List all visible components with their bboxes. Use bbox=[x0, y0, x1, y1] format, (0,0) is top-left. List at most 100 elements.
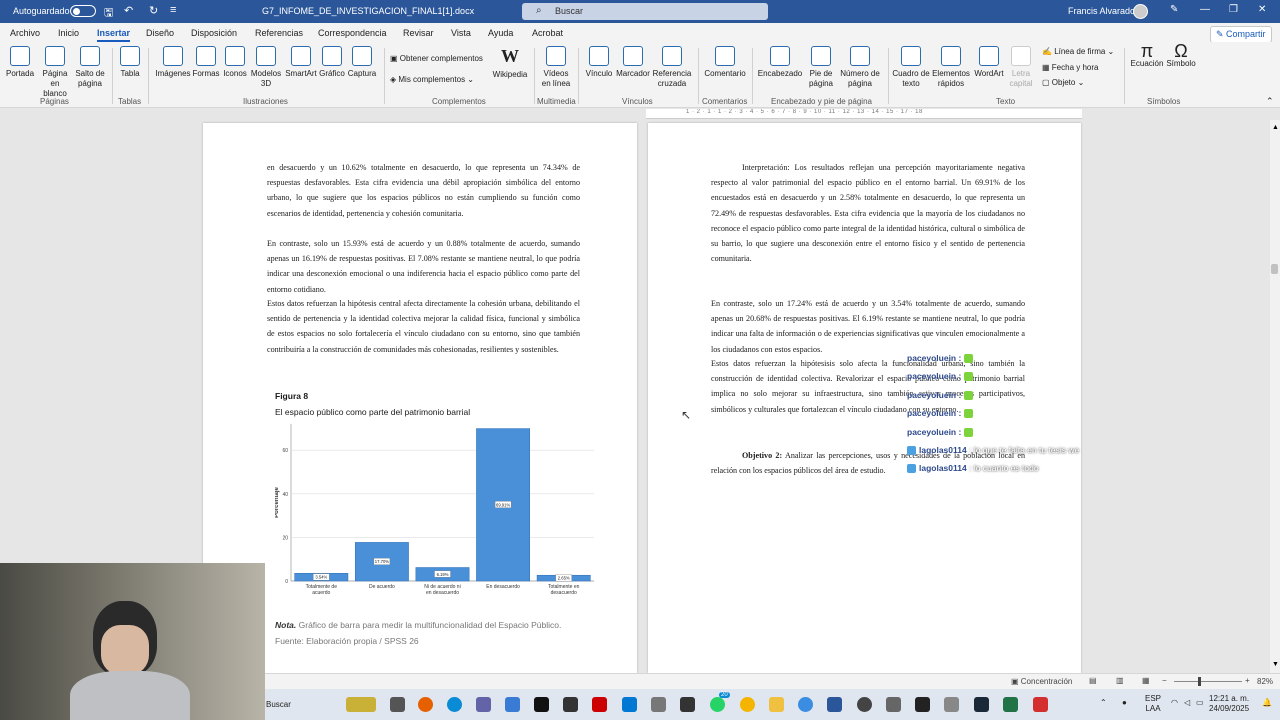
app-dark-icon[interactable] bbox=[680, 697, 695, 712]
signature-line-button[interactable]: ✍ Línea de firma ⌄ bbox=[1042, 47, 1114, 56]
tab-disposicion[interactable]: Disposición bbox=[191, 28, 237, 38]
page-break-button[interactable]: Salto de página bbox=[74, 46, 106, 89]
outlook-icon[interactable] bbox=[622, 697, 637, 712]
firefox-icon[interactable] bbox=[418, 697, 433, 712]
zoom-in-icon[interactable]: + bbox=[1245, 676, 1250, 685]
page-right[interactable]: Interpretación: Los resultados reflejan … bbox=[648, 123, 1081, 673]
vertical-scrollbar[interactable]: ▲ ▼ bbox=[1270, 120, 1280, 673]
footer-button[interactable]: Pie de página bbox=[805, 46, 837, 89]
tab-vista[interactable]: Vista bbox=[451, 28, 471, 38]
edge-icon[interactable] bbox=[447, 697, 462, 712]
minimize-icon[interactable]: — bbox=[1200, 4, 1210, 15]
wordart-button[interactable]: WordArt bbox=[972, 46, 1006, 79]
search-highlight-icon[interactable] bbox=[346, 697, 376, 712]
zoom-level[interactable]: 82% bbox=[1257, 677, 1273, 686]
teams-icon[interactable] bbox=[476, 697, 491, 712]
whatsapp-icon[interactable] bbox=[710, 697, 725, 712]
taskbar-search[interactable]: Buscar bbox=[266, 700, 291, 709]
scroll-up-icon[interactable]: ▲ bbox=[1272, 124, 1279, 131]
bookmark-button[interactable]: Marcador bbox=[615, 46, 651, 79]
cross-reference-button[interactable]: Referencia cruzada bbox=[651, 46, 693, 89]
symbol-button[interactable]: Ω Símbolo bbox=[1164, 42, 1198, 69]
undo-icon[interactable]: ↶ bbox=[124, 4, 133, 17]
drop-cap-button[interactable]: Letra capital bbox=[1006, 46, 1036, 89]
tab-acrobat[interactable]: Acrobat bbox=[532, 28, 563, 38]
object-button[interactable]: ▢ Objeto ⌄ bbox=[1042, 78, 1084, 87]
browser-icon[interactable] bbox=[798, 697, 813, 712]
link-button[interactable]: Vínculo bbox=[583, 46, 615, 79]
web-layout-icon[interactable]: ▦ bbox=[1142, 676, 1150, 685]
date-time-button[interactable]: ▦ Fecha y hora bbox=[1042, 63, 1098, 72]
online-video-button[interactable]: Vídeos en línea bbox=[540, 46, 572, 89]
autosave-toggle[interactable] bbox=[70, 5, 96, 17]
word-icon[interactable] bbox=[827, 697, 842, 712]
pen-icon[interactable]: ✎ bbox=[1170, 4, 1178, 15]
save-icon[interactable]: 🖫 bbox=[104, 4, 113, 23]
settings-icon[interactable] bbox=[944, 697, 959, 712]
tray-chevron-icon[interactable]: ⌃ bbox=[1100, 698, 1107, 707]
task-view-icon[interactable] bbox=[390, 697, 405, 712]
excel-icon[interactable] bbox=[1003, 697, 1018, 712]
app-black-icon[interactable] bbox=[915, 697, 930, 712]
tab-inicio[interactable]: Inicio bbox=[58, 28, 79, 38]
file-explorer-icon[interactable] bbox=[769, 697, 784, 712]
equation-button[interactable]: π Ecuación bbox=[1130, 42, 1164, 69]
zoom-slider-thumb[interactable] bbox=[1198, 677, 1201, 686]
shapes-button[interactable]: Formas bbox=[192, 46, 220, 79]
scroll-down-icon[interactable]: ▼ bbox=[1272, 661, 1279, 668]
images-button[interactable]: Imágenes bbox=[154, 46, 192, 79]
print-layout-icon[interactable]: ▥ bbox=[1116, 676, 1124, 685]
avatar[interactable] bbox=[1133, 4, 1148, 19]
steam-icon[interactable] bbox=[974, 697, 989, 712]
screenshot-button[interactable]: Captura bbox=[346, 46, 378, 79]
3d-models-button[interactable]: Modelos 3D bbox=[249, 46, 283, 89]
clock[interactable]: 12:21 a. m. 24/09/2025 bbox=[1209, 694, 1249, 714]
wifi-icon[interactable]: ◠ bbox=[1171, 698, 1178, 707]
tab-diseno[interactable]: Diseño bbox=[146, 28, 174, 38]
chrome-icon[interactable] bbox=[740, 697, 755, 712]
zoom-out-icon[interactable]: − bbox=[1162, 676, 1167, 685]
acrobat-icon[interactable] bbox=[1033, 697, 1048, 712]
comment-button[interactable]: Comentario bbox=[702, 46, 748, 79]
app-icon[interactable] bbox=[563, 697, 578, 712]
my-addins-button[interactable]: ◈ Mis complementos ⌄ bbox=[390, 75, 474, 84]
icons-button[interactable]: Iconos bbox=[222, 46, 248, 79]
tab-referencias[interactable]: Referencias bbox=[255, 28, 303, 38]
battery-icon[interactable]: ▭ bbox=[1196, 698, 1204, 707]
tab-archivo[interactable]: Archivo bbox=[10, 28, 40, 38]
microphone-icon[interactable]: ● bbox=[1122, 698, 1127, 707]
language-indicator[interactable]: ESP LAA bbox=[1145, 694, 1161, 714]
tab-revisar[interactable]: Revisar bbox=[403, 28, 434, 38]
close-icon[interactable]: ✕ bbox=[1258, 4, 1266, 15]
page-number-button[interactable]: Número de página bbox=[838, 46, 882, 89]
customize-toolbar-icon[interactable]: ≡ bbox=[170, 4, 176, 16]
tab-correspondencia[interactable]: Correspondencia bbox=[318, 28, 387, 38]
tab-ayuda[interactable]: Ayuda bbox=[488, 28, 513, 38]
bar-chart[interactable]: Porcentaje02040603.54%Totalmente deacuer… bbox=[275, 421, 605, 601]
get-addins-button[interactable]: ▣ Obtener complementos bbox=[390, 54, 483, 63]
scroll-thumb[interactable] bbox=[1271, 264, 1278, 274]
smartart-button[interactable]: SmartArt bbox=[283, 46, 319, 79]
focus-mode-button[interactable]: ▣ Concentración bbox=[1011, 677, 1072, 686]
camera-app-icon[interactable] bbox=[651, 697, 666, 712]
tab-insertar[interactable]: Insertar bbox=[97, 28, 131, 42]
volume-icon[interactable]: ◁ bbox=[1184, 698, 1190, 707]
zoom-slider[interactable] bbox=[1174, 681, 1242, 682]
redo-icon[interactable]: ↻ bbox=[149, 4, 158, 17]
chart-button[interactable]: Gráfico bbox=[318, 46, 346, 79]
table-button[interactable]: Tabla bbox=[118, 46, 142, 79]
collapse-ribbon-icon[interactable]: ⌃ bbox=[1266, 96, 1274, 107]
header-button[interactable]: Encabezado bbox=[757, 46, 803, 79]
text-box-button[interactable]: Cuadro de texto bbox=[892, 46, 930, 89]
restore-icon[interactable]: ❐ bbox=[1229, 4, 1238, 15]
obs-icon[interactable] bbox=[857, 697, 872, 712]
store-icon[interactable] bbox=[505, 697, 520, 712]
notification-icon[interactable]: 🔔 bbox=[1262, 698, 1272, 707]
app-red-icon[interactable] bbox=[592, 697, 607, 712]
app-gray-icon[interactable] bbox=[886, 697, 901, 712]
user-name[interactable]: Francis Alvarado bbox=[1068, 6, 1135, 16]
search-input[interactable]: ⌕ Buscar bbox=[522, 3, 768, 20]
wikipedia-button[interactable]: W Wikipedia bbox=[492, 46, 528, 80]
portada-button[interactable]: Portada bbox=[6, 46, 34, 79]
read-mode-icon[interactable]: ▤ bbox=[1089, 676, 1097, 685]
